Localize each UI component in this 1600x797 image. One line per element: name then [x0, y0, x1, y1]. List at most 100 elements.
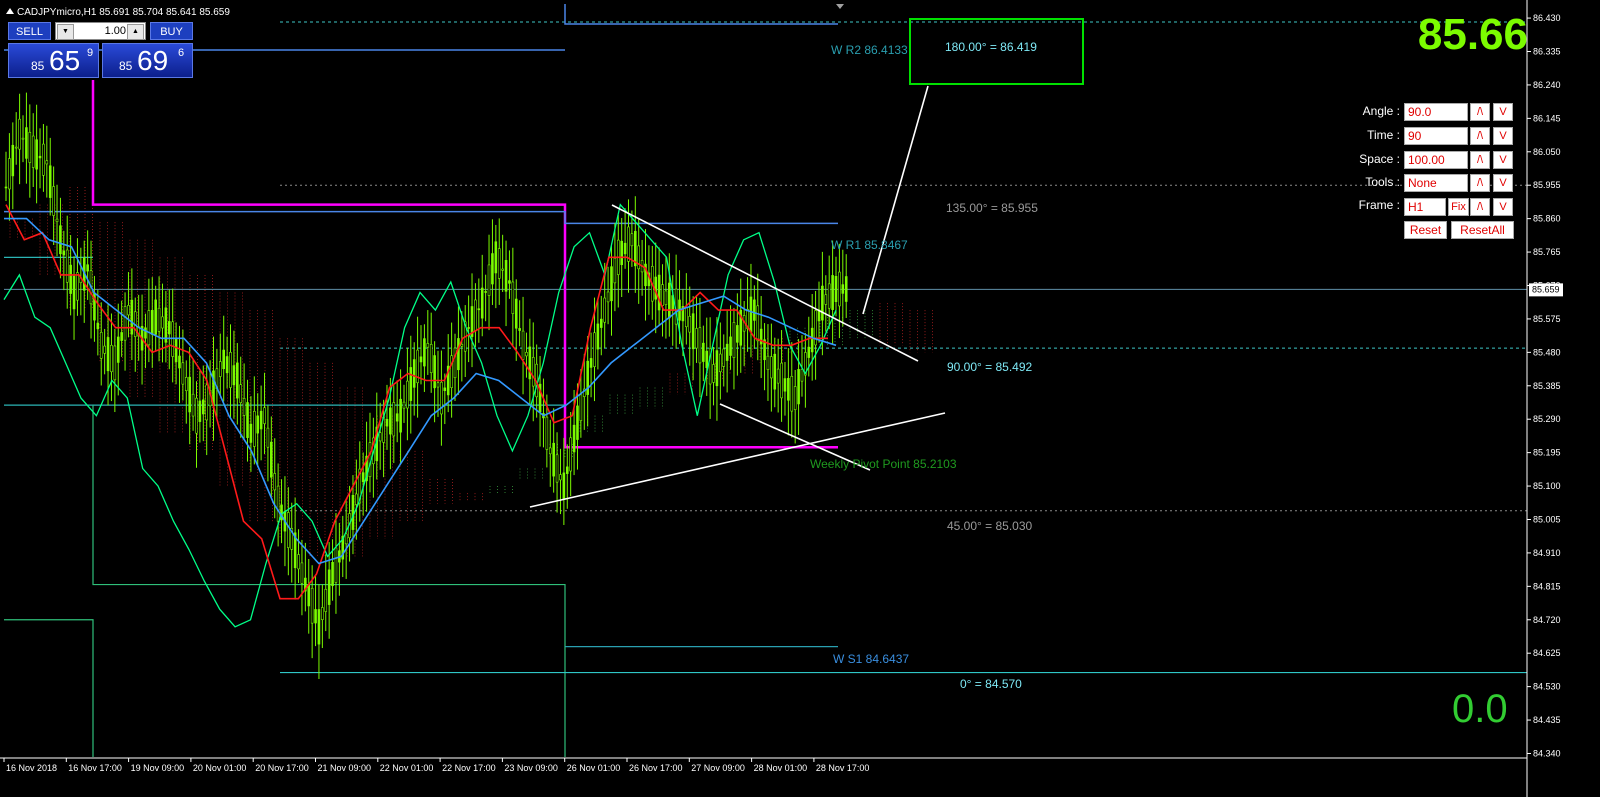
candle-body — [844, 276, 848, 302]
candle-body — [589, 358, 593, 368]
candle-body — [511, 281, 515, 314]
current-price-display: 85.66 — [1417, 10, 1528, 59]
candle-body — [838, 271, 841, 307]
candle-body — [276, 485, 280, 522]
candle-body — [246, 402, 249, 438]
time-input[interactable]: 90 — [1404, 127, 1468, 145]
buy-button[interactable]: BUY — [150, 22, 193, 40]
price-tick-label: 86.145 — [1533, 113, 1561, 123]
space-up-button[interactable]: /\ — [1470, 151, 1490, 169]
candle-body — [171, 321, 174, 357]
price-tick-label: 85.005 — [1533, 514, 1561, 524]
candle-body — [110, 344, 113, 373]
candle-body — [317, 609, 321, 645]
price-chart[interactable]: 86.430 86.335 86.240 86.145 86.050 85.955 85.8… — [0, 0, 1600, 797]
candle-body — [157, 307, 161, 332]
lot-increase-icon[interactable]: ▲ — [127, 24, 144, 40]
candle-body — [783, 378, 787, 392]
candle-body — [321, 607, 324, 621]
lot-size-field: ▼ ▲ — [55, 22, 146, 40]
candle-body — [467, 327, 470, 329]
candle-body — [548, 447, 552, 455]
candle-body — [800, 368, 804, 382]
candle-body — [821, 285, 824, 321]
frame-fix-button[interactable]: Fix — [1448, 198, 1469, 216]
candle-body — [793, 386, 797, 410]
price-tick-label: 86.430 — [1533, 13, 1561, 23]
frame-down-button[interactable]: V — [1493, 198, 1513, 216]
candle-body — [525, 352, 528, 357]
lot-decrease-icon[interactable]: ▼ — [57, 24, 74, 40]
candle-body — [705, 350, 709, 368]
candle-body — [552, 442, 555, 477]
candle-body — [147, 310, 151, 346]
candle-body — [555, 454, 559, 483]
candle-body — [378, 432, 382, 442]
frame-up-button[interactable]: /\ — [1470, 198, 1490, 216]
candle-body — [593, 332, 596, 367]
frame-input[interactable]: H1 — [1404, 198, 1446, 216]
candle-body — [634, 230, 637, 267]
candle-body — [229, 352, 232, 388]
wr2-label: W R2 86.4133 — [831, 43, 908, 57]
tools-up-button[interactable]: /\ — [1470, 174, 1490, 192]
time-down-button[interactable]: V — [1493, 127, 1513, 145]
angle-input[interactable]: 90.0 — [1404, 103, 1468, 121]
chart-title: CADJPYmicro,H1 85.691 85.704 85.641 85.6… — [6, 7, 230, 18]
candle-body — [623, 242, 627, 255]
candle-body — [351, 495, 355, 530]
price-tick-label: 84.625 — [1533, 648, 1561, 658]
space-input[interactable]: 100.00 — [1404, 151, 1468, 169]
candle-body — [253, 410, 256, 447]
candle-body — [497, 248, 501, 279]
angle-down-button[interactable]: V — [1493, 103, 1513, 121]
candle-body — [787, 378, 790, 401]
candle-body — [395, 413, 399, 422]
candle-body — [314, 609, 317, 624]
candle-body — [76, 272, 79, 301]
candle-body — [324, 588, 328, 612]
candle-body — [831, 275, 834, 310]
candle-body — [4, 186, 8, 189]
candle-body — [426, 343, 430, 348]
lot-size-input[interactable] — [74, 24, 126, 38]
candle-body — [596, 323, 600, 350]
time-tick-label: 16 Nov 17:00 — [68, 763, 122, 773]
candle-body — [491, 253, 494, 285]
candle-body — [603, 297, 606, 323]
candle-body — [688, 315, 692, 333]
candle-body — [474, 299, 477, 332]
frame-label: Frame : — [1358, 198, 1400, 212]
sell-price-button[interactable]: 85 65 9 — [8, 43, 99, 78]
space-down-button[interactable]: V — [1493, 151, 1513, 169]
candle-body — [99, 331, 103, 359]
svg-text:85.659: 85.659 — [1532, 284, 1560, 294]
tools-input[interactable]: None — [1404, 174, 1468, 192]
reset-all-button[interactable]: ResetAll — [1451, 221, 1514, 239]
sell-button[interactable]: SELL — [8, 22, 51, 40]
time-up-button[interactable]: /\ — [1470, 127, 1490, 145]
candle-body — [402, 401, 406, 409]
candle-body — [188, 376, 191, 413]
candle-body — [239, 384, 243, 403]
candle-body — [702, 342, 705, 362]
candle-body — [45, 160, 49, 165]
candle-body — [576, 405, 579, 440]
reset-button[interactable]: Reset — [1404, 221, 1447, 239]
buy-price-button[interactable]: 85 69 6 — [102, 43, 193, 78]
candle-body — [232, 365, 236, 386]
sell-price-prefix: 85 — [31, 59, 45, 73]
candle-body — [569, 437, 572, 472]
candle-body — [130, 299, 134, 335]
candle-body — [722, 348, 726, 367]
candle-body — [225, 356, 229, 374]
candle-body — [344, 533, 348, 545]
tools-down-button[interactable]: V — [1493, 174, 1513, 192]
candle-body — [164, 307, 168, 343]
gann-90-label: 90.00° = 85.492 — [947, 360, 1033, 374]
candle-body — [698, 327, 702, 364]
price-tick-label: 85.290 — [1533, 414, 1561, 424]
price-tick-label: 85.765 — [1533, 247, 1561, 257]
candle-body — [249, 423, 253, 443]
angle-up-button[interactable]: /\ — [1470, 103, 1490, 121]
